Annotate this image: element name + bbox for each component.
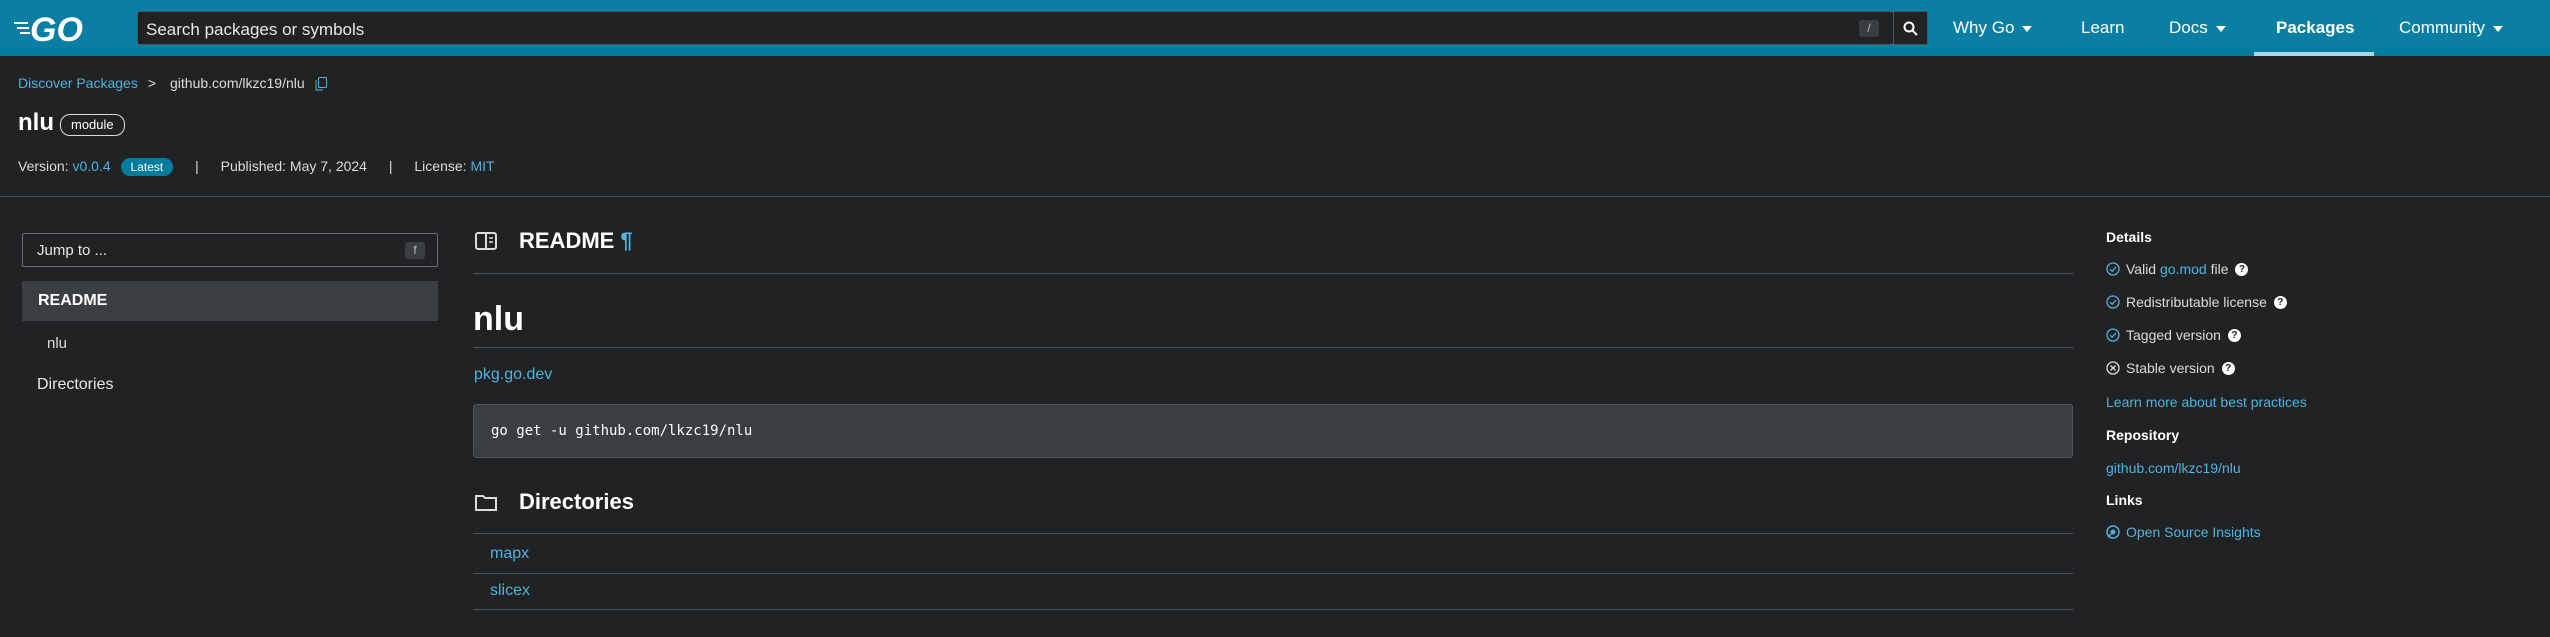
install-command: go get -u github.com/lkzc19/nlu (491, 423, 753, 439)
license-label: License: (414, 158, 467, 174)
directory-link-slicex[interactable]: slicex (490, 582, 530, 600)
repository-heading: Repository (2106, 427, 2180, 443)
version-link[interactable]: v0.0.4 (72, 158, 110, 174)
version-label: Version: (18, 158, 69, 174)
go-logo[interactable]: GO (14, 10, 104, 46)
published-date: Published: May 7, 2024 (220, 158, 367, 174)
jump-to-input[interactable]: Jump to ... f (22, 233, 438, 267)
detail-stable-version: Stable version ? (2106, 360, 2235, 376)
repository-link[interactable]: github.com/lkzc19/nlu (2106, 460, 2241, 476)
sidebar-item-nlu[interactable]: nlu (47, 335, 67, 352)
nav-packages[interactable]: Packages (2276, 18, 2354, 38)
directory-link-mapx[interactable]: mapx (490, 545, 529, 563)
details-heading: Details (2106, 229, 2152, 245)
nav-community[interactable]: Community (2399, 18, 2503, 38)
directory-row-divider (473, 573, 2073, 574)
install-code-block: go get -u github.com/lkzc19/nlu (473, 404, 2073, 458)
help-icon[interactable]: ? (2235, 262, 2249, 276)
best-practices-link[interactable]: Learn more about best practices (2106, 394, 2307, 410)
cancel-circle-icon (2106, 361, 2120, 375)
chevron-down-icon (2492, 25, 2503, 32)
readme-title: nlu (473, 300, 524, 338)
detail-valid-gomod: Valid go.mod file ? (2106, 261, 2249, 277)
breadcrumb-current: github.com/lkzc19/nlu (170, 75, 305, 91)
detail-tagged-version: Tagged version ? (2106, 327, 2241, 343)
chevron-down-icon (2022, 25, 2033, 32)
header-divider (0, 196, 2550, 197)
insights-icon (2106, 525, 2120, 539)
jump-shortcut-key: f (405, 242, 425, 259)
readme-anchor-link[interactable]: ¶ (620, 228, 632, 253)
latest-badge: Latest (120, 158, 174, 176)
license-link[interactable]: MIT (470, 158, 494, 174)
sidebar-item-readme[interactable]: README (22, 281, 438, 321)
readme-divider (473, 273, 2073, 274)
nav-why-go[interactable]: Why Go (1953, 18, 2033, 38)
detail-redistributable-license: Redistributable license ? (2106, 294, 2287, 310)
module-badge: module (60, 114, 125, 136)
directories-heading: Directories (519, 489, 634, 514)
open-source-insights-row[interactable]: Open Source Insights (2106, 524, 2261, 540)
help-icon[interactable]: ? (2227, 328, 2241, 342)
nav-docs[interactable]: Docs (2169, 18, 2226, 38)
sidebar-item-directories[interactable]: Directories (37, 376, 113, 394)
breadcrumb-discover-packages[interactable]: Discover Packages (18, 75, 138, 91)
readme-title-divider (473, 347, 2073, 348)
gomod-link[interactable]: go.mod (2160, 261, 2207, 277)
sidebar-item-label: README (38, 292, 108, 309)
meta-separator: | (195, 158, 199, 174)
directory-row-divider (473, 609, 2073, 610)
package-meta: Version: v0.0.4 Latest | Published: May … (18, 158, 495, 176)
search-icon (1903, 21, 1918, 36)
check-circle-icon (2106, 328, 2120, 342)
links-heading: Links (2106, 492, 2143, 508)
search-button[interactable] (1894, 11, 1928, 45)
help-icon[interactable]: ? (2221, 361, 2235, 375)
search-input[interactable]: Search packages or symbols / (137, 11, 1894, 45)
nav-learn[interactable]: Learn (2081, 18, 2124, 38)
header-band (0, 48, 2550, 56)
chevron-down-icon (2215, 25, 2226, 32)
readme-heading: README ¶ (519, 228, 633, 253)
folder-icon (475, 495, 497, 511)
directories-divider (473, 533, 2073, 534)
pkg-go-dev-link[interactable]: pkg.go.dev (474, 366, 552, 384)
page-title: nlu (18, 109, 54, 136)
readme-icon (475, 232, 497, 250)
copy-icon[interactable] (315, 77, 327, 91)
search-placeholder: Search packages or symbols (146, 20, 365, 39)
check-circle-icon (2106, 262, 2120, 276)
breadcrumb: Discover Packages > github.com/lkzc19/nlu (18, 75, 327, 91)
search-shortcut-key: / (1859, 20, 1879, 37)
meta-separator: | (388, 158, 393, 174)
site-header: GO Search packages or symbols / Why Go L… (0, 0, 2550, 56)
active-nav-indicator (2254, 52, 2374, 56)
help-icon[interactable]: ? (2273, 295, 2287, 309)
breadcrumb-separator: > (147, 75, 157, 91)
check-circle-icon (2106, 295, 2120, 309)
jump-to-placeholder: Jump to ... (37, 242, 108, 259)
open-source-insights-link[interactable]: Open Source Insights (2126, 524, 2261, 540)
svg-text:GO: GO (30, 11, 83, 46)
